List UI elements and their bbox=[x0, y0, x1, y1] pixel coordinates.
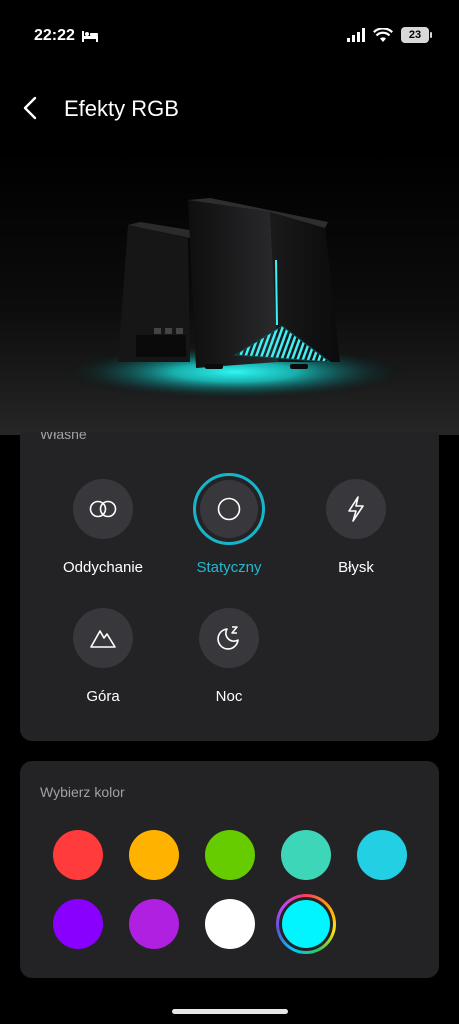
chevron-left-icon bbox=[23, 96, 37, 120]
effect-label: Statyczny bbox=[196, 559, 262, 576]
circle-icon bbox=[217, 497, 241, 521]
signal-icon bbox=[347, 28, 365, 42]
status-bar: 22:22 23 bbox=[0, 0, 459, 74]
effect-label: Błysk bbox=[338, 559, 374, 576]
color-swatch[interactable] bbox=[281, 830, 331, 880]
effect-statyczny-button[interactable] bbox=[193, 473, 265, 545]
color-swatch[interactable] bbox=[205, 830, 255, 880]
effect-gora-button[interactable] bbox=[73, 608, 133, 668]
effect-oddychanie[interactable]: Oddychanie bbox=[43, 479, 163, 576]
clock: 22:22 bbox=[34, 27, 75, 44]
two-rings-icon bbox=[89, 500, 117, 518]
effect-blysk[interactable]: Błysk bbox=[296, 479, 416, 576]
effect-gora[interactable]: Góra bbox=[43, 608, 163, 705]
color-picker-card: Wybierz kolor bbox=[20, 761, 439, 978]
battery-level: 23 bbox=[408, 29, 422, 41]
wifi-icon bbox=[373, 27, 393, 42]
color-swatch[interactable] bbox=[357, 830, 407, 880]
bed-icon bbox=[82, 31, 98, 42]
effect-blysk-button[interactable] bbox=[326, 479, 386, 539]
back-button[interactable] bbox=[14, 90, 46, 126]
router-illustration bbox=[60, 198, 410, 400]
effect-oddychanie-button[interactable] bbox=[73, 479, 133, 539]
page-title: Efekty RGB bbox=[64, 96, 179, 121]
color-swatch-selected[interactable] bbox=[276, 894, 336, 954]
moon-icon bbox=[217, 626, 239, 650]
effects-section-label: Własne bbox=[40, 432, 87, 442]
header: Efekty RGB bbox=[0, 80, 459, 140]
color-swatch[interactable] bbox=[129, 830, 179, 880]
effect-noc[interactable]: Noc bbox=[169, 608, 289, 705]
system-icons: 23 bbox=[347, 27, 432, 43]
lightning-icon bbox=[348, 496, 364, 522]
battery-indicator: 23 bbox=[401, 27, 432, 43]
effect-statyczny[interactable]: Statyczny bbox=[169, 473, 289, 576]
router-image bbox=[0, 150, 459, 435]
effect-label: Góra bbox=[86, 688, 120, 705]
color-swatch[interactable] bbox=[129, 899, 179, 949]
effect-label: Noc bbox=[215, 688, 243, 705]
color-swatch[interactable] bbox=[53, 899, 103, 949]
effect-noc-button[interactable] bbox=[199, 608, 259, 668]
mountain-icon bbox=[90, 630, 116, 648]
color-swatch[interactable] bbox=[53, 830, 103, 880]
color-swatch[interactable] bbox=[205, 899, 255, 949]
home-indicator[interactable] bbox=[172, 1009, 288, 1014]
color-section-label: Wybierz kolor bbox=[40, 784, 125, 800]
effects-card: Własne Oddychanie Statyczny Błysk Góra N… bbox=[20, 432, 439, 741]
effect-label: Oddychanie bbox=[62, 559, 144, 576]
